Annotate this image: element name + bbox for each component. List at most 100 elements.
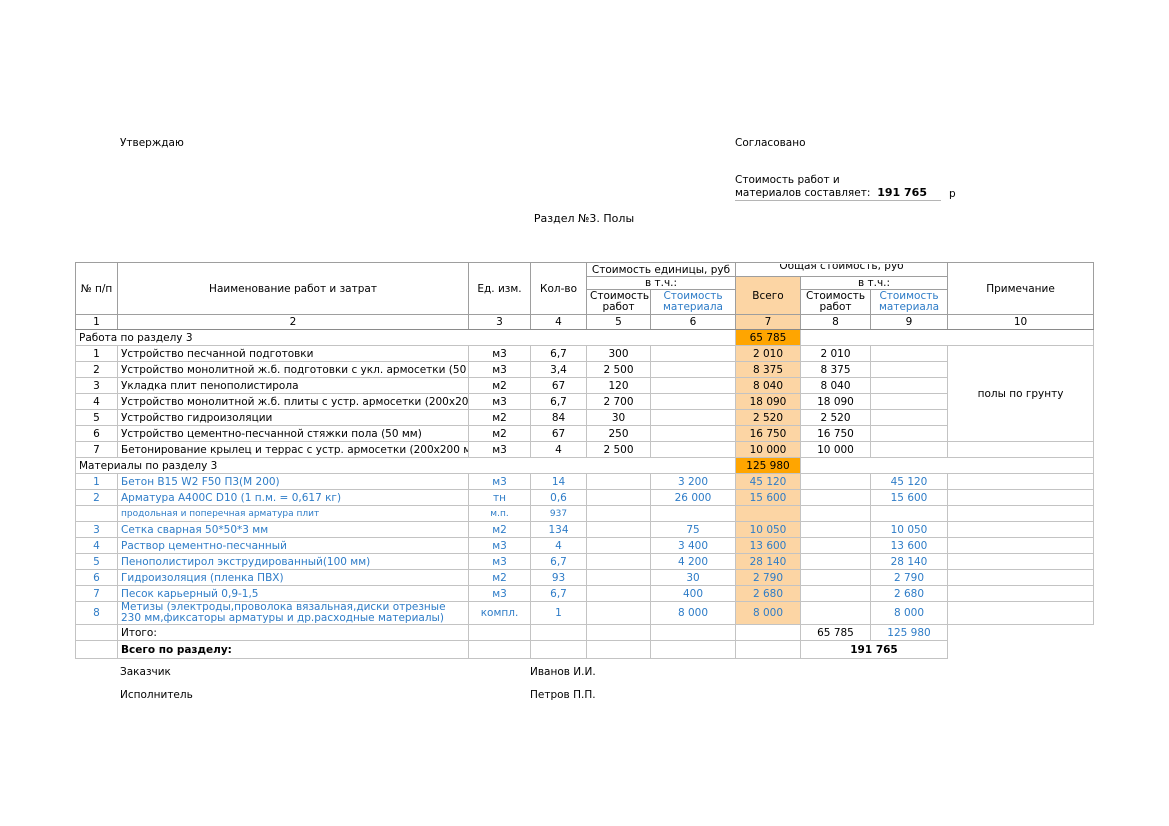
- cell-total: 45 120: [736, 474, 801, 490]
- cell-name: Укладка плит пенополистирола: [118, 378, 469, 394]
- table-row: 1Бетон В15 W2 F50 П3(М 200)м3143 20045 1…: [76, 474, 1094, 490]
- cost-note-label: Стоимость работ и материалов составляет:: [735, 174, 870, 200]
- table-header: № п/п Наименование работ и затрат Ед. из…: [76, 263, 1094, 330]
- cell-mat: 10 050: [871, 522, 948, 538]
- cell-work: [801, 586, 871, 602]
- cell-work: [801, 538, 871, 554]
- cell-unit_work: [587, 570, 651, 586]
- cell-mat: 2 790: [871, 570, 948, 586]
- cell-unit_mat: [651, 426, 736, 442]
- cell-mat: [871, 442, 948, 458]
- cell-work: 10 000: [801, 442, 871, 458]
- cell-empty: [76, 641, 118, 659]
- cell-unit: м2: [469, 426, 531, 442]
- itogo-material-total: 125 980: [871, 625, 948, 641]
- cell-empty: [469, 625, 531, 641]
- cell-name: Арматура А400С D10 (1 п.м. = 0,617 кг): [118, 490, 469, 506]
- col-number: 2: [118, 315, 469, 330]
- table-row: 4Устройство монолитной ж.б. плиты с устр…: [76, 394, 1094, 410]
- cell-total: 2 010: [736, 346, 801, 362]
- cell-empty: [76, 625, 118, 641]
- itogo-label: Итого:: [118, 625, 469, 641]
- cell-empty: [587, 625, 651, 641]
- cell-mat: 15 600: [871, 490, 948, 506]
- customer-label: Заказчик: [120, 666, 171, 678]
- cell-unit_work: [587, 554, 651, 570]
- cell-name: Песок карьерный 0,9-1,5: [118, 586, 469, 602]
- grand-total-value: 191 765: [801, 641, 948, 659]
- cell-unit: м3: [469, 538, 531, 554]
- cell-unit: м3: [469, 346, 531, 362]
- cell-num: 5: [76, 554, 118, 570]
- cell-name: Устройство монолитной ж.б. плиты с устр.…: [118, 394, 469, 410]
- cell-total: 2 520: [736, 410, 801, 426]
- cell-mat: 13 600: [871, 538, 948, 554]
- cell-work: 18 090: [801, 394, 871, 410]
- col-number: 3: [469, 315, 531, 330]
- col-number: 10: [948, 315, 1094, 330]
- table-row: 7Песок карьерный 0,9-1,5м36,74002 6802 6…: [76, 586, 1094, 602]
- cell-work: [801, 554, 871, 570]
- col-number: 9: [871, 315, 948, 330]
- cell-unit_mat: 30: [651, 570, 736, 586]
- col-number: 8: [801, 315, 871, 330]
- cell-unit_work: [587, 602, 651, 625]
- cell-total: 8 000: [736, 602, 801, 625]
- cell-qty: 3,4: [531, 362, 587, 378]
- column-numbers-row: 1 2 3 4 5 6 7 8 9 10: [76, 315, 1094, 330]
- cell-name: продольная и поперечная арматура плит: [118, 506, 469, 522]
- estimate-document: Утверждаю Согласовано Стоимость работ и …: [0, 0, 1169, 826]
- cell-name: Устройство цементно-песчанной стяжки пол…: [118, 426, 469, 442]
- header-total: Всего: [736, 277, 801, 315]
- cell-qty: 937: [531, 506, 587, 522]
- cell-empty: [587, 641, 651, 659]
- col-number: 1: [76, 315, 118, 330]
- cell-qty: 4: [531, 442, 587, 458]
- totals-section: Итого: 65 785 125 980 Всего по разделу:: [76, 625, 1094, 659]
- table-row: 8Метизы (электроды,проволока вязальная,д…: [76, 602, 1094, 625]
- header-num: № п/п: [76, 263, 118, 315]
- table-row: 4Раствор цементно-песчанныйм343 40013 60…: [76, 538, 1094, 554]
- cell-num: 6: [76, 570, 118, 586]
- header-name: Наименование работ и затрат: [118, 263, 469, 315]
- cell-num: 5: [76, 410, 118, 426]
- cell-qty: 1: [531, 602, 587, 625]
- cell-note: [948, 506, 1094, 522]
- cell-mat: [871, 506, 948, 522]
- table-row: 2Арматура А400С D10 (1 п.м. = 0,617 кг)т…: [76, 490, 1094, 506]
- table-row: 5Пенополистирол экструдированный(100 мм)…: [76, 554, 1094, 570]
- cell-qty: 67: [531, 426, 587, 442]
- cell-name: Устройство монолитной ж.б. подготовки с …: [118, 362, 469, 378]
- materials-section-row: Материалы по разделу 3 125 980: [76, 458, 1094, 474]
- materials-section-filler: [801, 458, 1094, 474]
- grand-total-row: Всего по разделу: 191 765: [76, 641, 1094, 659]
- approve-left-label: Утверждаю: [120, 137, 184, 150]
- cell-empty: [469, 641, 531, 659]
- cell-empty: [651, 641, 736, 659]
- cell-name: Пенополистирол экструдированный(100 мм): [118, 554, 469, 570]
- cost-underline: Стоимость работ и материалов составляет:…: [735, 174, 941, 201]
- cell-work: [801, 490, 871, 506]
- cell-mat: [871, 362, 948, 378]
- cell-num: 3: [76, 378, 118, 394]
- cell-work: [801, 474, 871, 490]
- cell-note: [948, 474, 1094, 490]
- cell-unit_mat: 4 200: [651, 554, 736, 570]
- table-row: 1Устройство песчанной подготовким36,7300…: [76, 346, 1094, 362]
- cell-qty: 93: [531, 570, 587, 586]
- work-section-row: Работа по разделу 3 65 785: [76, 330, 1094, 346]
- table-row: 6Гидроизоляция (пленка ПВХ)м293302 7902 …: [76, 570, 1094, 586]
- cell-mat: [871, 378, 948, 394]
- cell-mat: [871, 394, 948, 410]
- cell-name: Устройство песчанной подготовки: [118, 346, 469, 362]
- cell-note: [948, 586, 1094, 602]
- cell-work: [801, 602, 871, 625]
- cell-note: [948, 602, 1094, 625]
- cell-unit: м3: [469, 474, 531, 490]
- table-row: 6Устройство цементно-песчанной стяжки по…: [76, 426, 1094, 442]
- work-rows: 1Устройство песчанной подготовким36,7300…: [76, 346, 1094, 458]
- cell-note: [948, 522, 1094, 538]
- cell-total: 8 040: [736, 378, 801, 394]
- cell-unit_mat: 3 200: [651, 474, 736, 490]
- cell-total: 13 600: [736, 538, 801, 554]
